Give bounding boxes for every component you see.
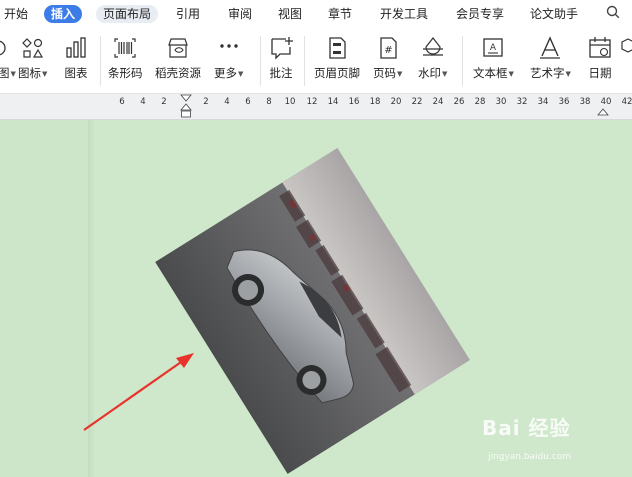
search-icon[interactable]: [606, 5, 620, 23]
icons-button[interactable]: 图标▼: [18, 36, 47, 81]
chevron-down-icon: ▼: [10, 69, 16, 78]
wordart-button[interactable]: 艺术字▼: [530, 36, 571, 81]
chevron-down-icon: ▼: [508, 69, 514, 78]
barcode-button[interactable]: 条形码: [108, 36, 143, 80]
chart-button[interactable]: 图表: [63, 36, 89, 80]
page-number-icon: #: [380, 37, 397, 59]
chevron-down-icon: ▼: [565, 69, 571, 78]
tab-review[interactable]: 审阅: [228, 5, 252, 23]
textbox-button[interactable]: A 文本框▼: [473, 36, 514, 81]
chevron-down-icon: ▼: [238, 69, 244, 78]
more-icon: [219, 44, 238, 48]
ribbon-divider: [304, 36, 305, 86]
icons-icon: [21, 38, 43, 58]
annotation-arrow: [83, 353, 194, 431]
watermark-icon: [422, 37, 443, 56]
baidu-watermark: Bai 经验: [482, 416, 571, 440]
header-footer-icon: [329, 37, 346, 59]
ribbon-divider: [462, 36, 463, 86]
tab-home[interactable]: 开始: [4, 5, 28, 23]
comment-button[interactable]: 批注: [268, 36, 294, 80]
horizontal-ruler[interactable]: 6 4 2 2 4 6 8 10 12 14 16 18 20 22 24 26…: [0, 94, 632, 120]
svg-text:A: A: [490, 43, 497, 53]
textbox-icon: A: [483, 38, 504, 57]
shop-icon: [168, 38, 188, 58]
tab-section[interactable]: 章节: [328, 5, 352, 23]
barcode-icon: [114, 38, 136, 58]
page-number-button[interactable]: # 页码▼: [373, 36, 402, 81]
baidu-watermark-url: jingyan.baidu.com: [488, 452, 572, 462]
tab-developer[interactable]: 开发工具: [380, 5, 428, 23]
docer-resources-button[interactable]: 稻壳资源: [155, 36, 201, 80]
tab-member[interactable]: 会员专享: [456, 5, 504, 23]
chevron-down-icon: ▼: [442, 69, 448, 78]
menu-bar: 开始 插入 页面布局 引用 审阅 视图 章节 开发工具 会员专享 论文助手: [0, 0, 632, 28]
tab-view[interactable]: 视图: [278, 5, 302, 23]
right-indent-marker[interactable]: [597, 108, 609, 120]
chevron-down-icon: ▼: [397, 69, 403, 78]
tab-thesis-assistant[interactable]: 论文助手: [530, 5, 578, 23]
object-button[interactable]: [618, 36, 632, 66]
ribbon-toolbar: 图▼ 图标▼ 图表 条形码 稻壳资源 更多▼ 批注 页眉页脚 # 页码▼ 水印▼…: [0, 28, 632, 94]
shapes-icon: [0, 40, 6, 56]
more-button[interactable]: 更多▼: [214, 36, 243, 81]
header-footer-button[interactable]: 页眉页脚: [314, 36, 360, 80]
date-button[interactable]: 日期: [587, 36, 613, 80]
chart-icon: [66, 37, 86, 58]
tab-page-layout[interactable]: 页面布局: [96, 5, 159, 23]
shapes-button[interactable]: 图▼: [0, 36, 20, 81]
chevron-down-icon: ▼: [42, 69, 48, 78]
svg-text:#: #: [384, 45, 392, 56]
left-indent-marker[interactable]: [180, 94, 192, 120]
ribbon-divider: [260, 36, 261, 86]
calendar-icon: [589, 37, 611, 58]
ribbon-divider: [100, 36, 101, 86]
tab-insert[interactable]: 插入: [44, 5, 83, 23]
tab-references[interactable]: 引用: [176, 5, 200, 23]
object-icon: [621, 38, 632, 53]
watermark-button[interactable]: 水印▼: [418, 36, 447, 81]
wordart-icon: [540, 36, 561, 59]
comment-icon: [271, 37, 293, 60]
